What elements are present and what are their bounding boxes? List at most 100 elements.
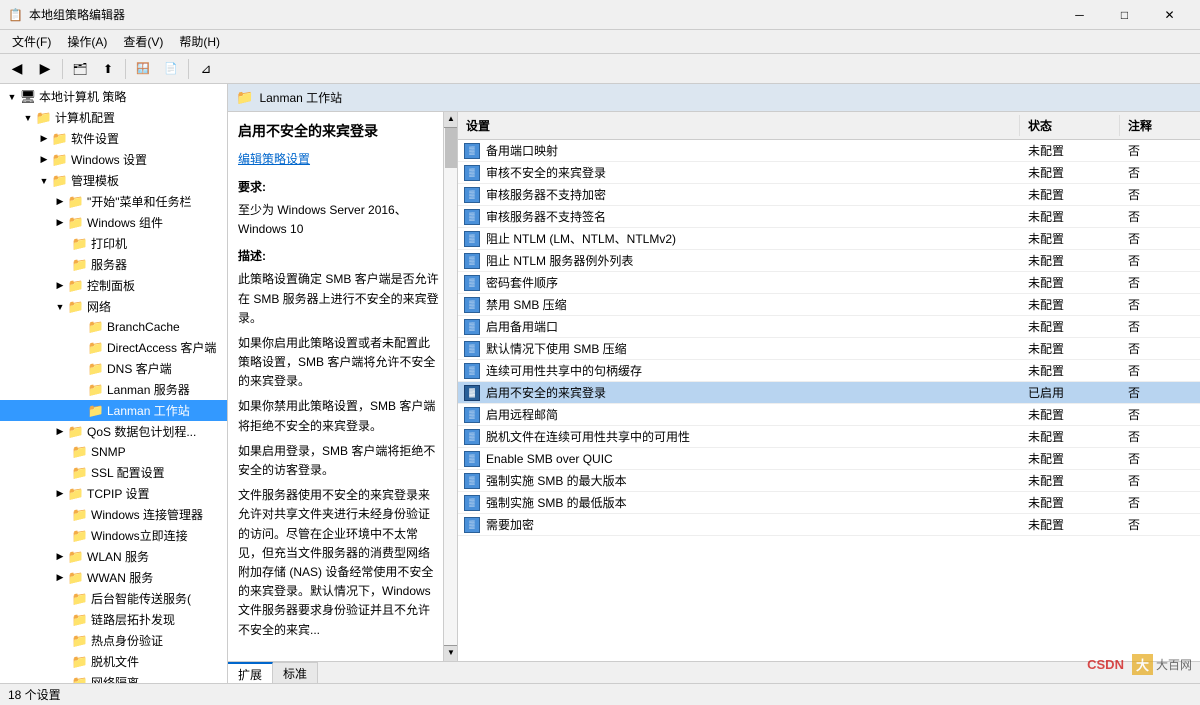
settings-row[interactable]: ▒启用备用端口未配置否: [458, 316, 1200, 338]
tree-node-control-panel[interactable]: ▶ 📁 控制面板: [0, 275, 227, 296]
requirement-title: 要求:: [238, 178, 439, 197]
row-name: 禁用 SMB 压缩: [482, 294, 1020, 315]
tree-node-root[interactable]: ▼ 🖥 本地计算机 策略: [0, 86, 227, 107]
tree-node-directaccess[interactable]: 📁 DirectAccess 客户端: [0, 337, 227, 358]
tab-bar: 扩展 标准: [228, 661, 1200, 683]
expand-cp[interactable]: ▶: [52, 278, 68, 294]
tree-node-wwan[interactable]: ▶ 📁 WWAN 服务: [0, 567, 227, 588]
folder-icon: 📁: [68, 278, 84, 294]
tree-node-lanman-server[interactable]: 📁 Lanman 服务器: [0, 379, 227, 400]
scroll-thumb[interactable]: [445, 128, 457, 168]
tree-node-win-connect[interactable]: 📁 Windows 连接管理器: [0, 504, 227, 525]
tree-node-lltd[interactable]: 📁 链路层拓扑发现: [0, 609, 227, 630]
tree-node-win-connect-now[interactable]: 📁 Windows立即连接: [0, 525, 227, 546]
tree-node-hotspot[interactable]: 📁 热点身份验证: [0, 630, 227, 651]
tab-standard[interactable]: 标准: [273, 662, 318, 683]
row-note: 否: [1120, 228, 1200, 249]
show-details-button[interactable]: 📄: [158, 57, 184, 81]
maximize-button[interactable]: □: [1102, 0, 1147, 30]
row-note: 否: [1120, 404, 1200, 425]
expand-software[interactable]: ▶: [36, 131, 52, 147]
settings-row[interactable]: ▒启用远程邮简未配置否: [458, 404, 1200, 426]
expand-startmenu[interactable]: ▶: [52, 194, 68, 210]
tree-node-win-components[interactable]: ▶ 📁 Windows 组件: [0, 212, 227, 233]
tree-node-tcpip[interactable]: ▶ 📁 TCPIP 设置: [0, 483, 227, 504]
expand-root[interactable]: ▼: [4, 89, 20, 105]
up-button[interactable]: ⬆: [95, 57, 121, 81]
expand-wlan[interactable]: ▶: [52, 549, 68, 565]
settings-row[interactable]: ▒脱机文件在连续可用性共享中的可用性未配置否: [458, 426, 1200, 448]
row-status: 未配置: [1020, 404, 1120, 425]
tree-node-network[interactable]: ▼ 📁 网络: [0, 296, 227, 317]
row-note: 否: [1120, 162, 1200, 183]
row-name: 阻止 NTLM 服务器例外列表: [482, 250, 1020, 271]
settings-row[interactable]: ▓启用不安全的来宾登录已启用否: [458, 382, 1200, 404]
settings-row[interactable]: ▒连续可用性共享中的句柄缓存未配置否: [458, 360, 1200, 382]
folder-icon: 📁: [68, 194, 84, 210]
tree-node-bits[interactable]: 📁 后台智能传送服务(: [0, 588, 227, 609]
tree-node-windows-settings[interactable]: ▶ 📁 Windows 设置: [0, 149, 227, 170]
show-hide-tree-button[interactable]: 🗂: [67, 57, 93, 81]
folder-icon: 📁: [72, 675, 88, 684]
tree-node-wlan[interactable]: ▶ 📁 WLAN 服务: [0, 546, 227, 567]
tree-node-offline[interactable]: 📁 脱机文件: [0, 651, 227, 672]
expand-wwan[interactable]: ▶: [52, 570, 68, 586]
settings-row[interactable]: ▒密码套件顺序未配置否: [458, 272, 1200, 294]
settings-row[interactable]: ▒Enable SMB over QUIC未配置否: [458, 448, 1200, 470]
settings-row[interactable]: ▒阻止 NTLM 服务器例外列表未配置否: [458, 250, 1200, 272]
settings-row[interactable]: ▒默认情况下使用 SMB 压缩未配置否: [458, 338, 1200, 360]
tab-extended[interactable]: 扩展: [228, 662, 273, 683]
close-button[interactable]: ✕: [1147, 0, 1192, 30]
settings-row[interactable]: ▒审核服务器不支持加密未配置否: [458, 184, 1200, 206]
requirement-text: 至少为 Windows Server 2016、Windows 10: [238, 201, 439, 239]
menu-action[interactable]: 操作(A): [59, 31, 115, 52]
row-status: 未配置: [1020, 338, 1120, 359]
back-button[interactable]: ◀: [4, 57, 30, 81]
tree-node-dns[interactable]: 📁 DNS 客户端: [0, 358, 227, 379]
folder-icon: 📁: [68, 486, 84, 502]
settings-row[interactable]: ▒强制实施 SMB 的最大版本未配置否: [458, 470, 1200, 492]
tree-node-isolation[interactable]: 📁 网络隔离: [0, 672, 227, 683]
expand-windows-settings[interactable]: ▶: [36, 152, 52, 168]
settings-row[interactable]: ▒需要加密未配置否: [458, 514, 1200, 536]
expand-tcpip[interactable]: ▶: [52, 486, 68, 502]
scroll-down-button[interactable]: ▼: [444, 645, 458, 661]
settings-row[interactable]: ▒审核不安全的来宾登录未配置否: [458, 162, 1200, 184]
menu-view[interactable]: 查看(V): [115, 31, 171, 52]
settings-row[interactable]: ▒阻止 NTLM (LM、NTLM、NTLMv2)未配置否: [458, 228, 1200, 250]
tree-node-startmenu[interactable]: ▶ 📁 "开始"菜单和任务栏: [0, 191, 227, 212]
tree-node-branchcache[interactable]: 📁 BranchCache: [0, 317, 227, 337]
tree-node-qos[interactable]: ▶ 📁 QoS 数据包计划程...: [0, 421, 227, 442]
menu-help[interactable]: 帮助(H): [171, 31, 228, 52]
tree-node-printer[interactable]: 📁 打印机: [0, 233, 227, 254]
expand-wincomp[interactable]: ▶: [52, 215, 68, 231]
folder-icon: 📁: [72, 633, 88, 649]
settings-row[interactable]: ▒备用端口映射未配置否: [458, 140, 1200, 162]
expand-admin[interactable]: ▼: [36, 173, 52, 189]
tree-node-ssl[interactable]: 📁 SSL 配置设置: [0, 462, 227, 483]
row-status: 未配置: [1020, 470, 1120, 491]
menu-file[interactable]: 文件(F): [4, 31, 59, 52]
expand-computer[interactable]: ▼: [20, 110, 36, 126]
minimize-button[interactable]: ─: [1057, 0, 1102, 30]
settings-row[interactable]: ▒强制实施 SMB 的最低版本未配置否: [458, 492, 1200, 514]
scroll-up-button[interactable]: ▲: [444, 112, 458, 128]
new-window-button[interactable]: 🪟: [130, 57, 156, 81]
settings-row[interactable]: ▒审核服务器不支持签名未配置否: [458, 206, 1200, 228]
settings-row[interactable]: ▒禁用 SMB 压缩未配置否: [458, 294, 1200, 316]
expand-network[interactable]: ▼: [52, 299, 68, 315]
tree-node-computer-config[interactable]: ▼ 📁 计算机配置: [0, 107, 227, 128]
tree-node-software[interactable]: ▶ 📁 软件设置: [0, 128, 227, 149]
expand-qos[interactable]: ▶: [52, 424, 68, 440]
folder-icon: 📁: [88, 361, 104, 377]
tree-node-snmp[interactable]: 📁 SNMP: [0, 442, 227, 462]
folder-icon: 📁: [88, 340, 104, 356]
forward-button[interactable]: ▶: [32, 57, 58, 81]
tree-node-admin-templates[interactable]: ▼ 📁 管理模板: [0, 170, 227, 191]
tree-node-lanman-workstation[interactable]: 📁 Lanman 工作站: [0, 400, 227, 421]
edit-policy-link[interactable]: 编辑策略设置: [238, 152, 310, 166]
filter-button[interactable]: ⊿: [193, 57, 219, 81]
startmenu-label: "开始"菜单和任务栏: [87, 193, 192, 210]
row-status: 未配置: [1020, 316, 1120, 337]
tree-node-server[interactable]: 📁 服务器: [0, 254, 227, 275]
